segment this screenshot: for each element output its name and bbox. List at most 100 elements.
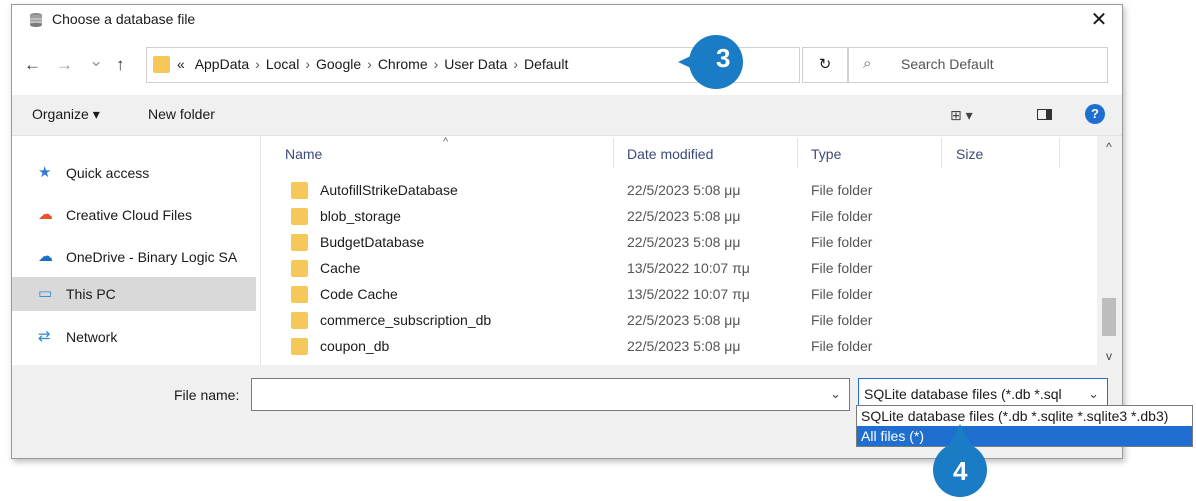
file-name-label: File name: <box>174 387 240 403</box>
folder-icon <box>291 260 308 277</box>
breadcrumb-default[interactable]: Default <box>524 56 568 72</box>
file-name: blob_storage <box>320 208 401 224</box>
breadcrumb-user-data[interactable]: User Data <box>444 56 507 72</box>
column-header-name[interactable]: Name <box>285 146 322 162</box>
search-icon: ⌕ <box>863 55 872 72</box>
search-placeholder: Search Default <box>901 56 994 72</box>
chevron-down-icon[interactable]: ⌄ <box>830 386 841 402</box>
file-name-input[interactable]: ⌄ <box>251 378 850 411</box>
file-type-option-sqlite[interactable]: SQLite database files (*.db *.sqlite *.s… <box>857 406 1192 426</box>
folder-icon <box>291 182 308 199</box>
step-4-label: 4 <box>953 456 968 486</box>
chevron-right-icon[interactable]: › <box>367 56 372 72</box>
file-dialog: Choose a database file ✕ ← → ⌄ ↑ « AppDa… <box>11 4 1123 459</box>
folder-icon <box>291 286 308 303</box>
onedrive-icon: ☁ <box>38 248 53 265</box>
breadcrumb-overflow[interactable]: « <box>177 56 185 72</box>
chevron-right-icon[interactable]: › <box>513 56 518 72</box>
file-type-dropdown-list: SQLite database files (*.db *.sqlite *.s… <box>856 405 1193 447</box>
column-divider[interactable] <box>613 138 614 168</box>
file-list: ^ Name Date modified Type Size AutofillS… <box>261 136 1097 365</box>
sort-ascending-icon: ^ <box>443 136 449 148</box>
network-icon: ⇄ <box>38 328 51 345</box>
breadcrumb-appdata[interactable]: AppData <box>195 56 249 72</box>
new-folder-button[interactable]: New folder <box>148 106 215 122</box>
file-date: 22/5/2023 5:08 μμ <box>627 234 741 250</box>
file-row[interactable]: coupon_db 22/5/2023 5:08 μμ File folder <box>261 334 1091 360</box>
file-type: File folder <box>811 234 873 250</box>
scrollbar-thumb[interactable] <box>1102 298 1116 336</box>
close-button[interactable]: ✕ <box>1084 7 1114 33</box>
file-type-selected: SQLite database files (*.db *.sql <box>864 386 1062 402</box>
organize-button[interactable]: Organize ▾ <box>32 106 100 123</box>
scroll-up-icon[interactable]: ^ <box>1098 140 1120 154</box>
folder-icon <box>153 56 170 73</box>
file-row[interactable]: AutofillStrikeDatabase 22/5/2023 5:08 μμ… <box>261 178 1091 204</box>
help-icon[interactable]: ? <box>1085 104 1105 124</box>
up-button[interactable]: ↑ <box>116 55 125 75</box>
breadcrumb-google[interactable]: Google <box>316 56 361 72</box>
sidebar-item-creative-cloud[interactable]: ☁ Creative Cloud Files <box>12 198 256 232</box>
file-name: coupon_db <box>320 338 390 354</box>
back-button[interactable]: ← <box>24 55 41 75</box>
column-divider[interactable] <box>797 138 798 168</box>
sidebar-item-quick-access[interactable]: ★ Quick access <box>12 156 256 190</box>
file-date: 22/5/2023 5:08 μμ <box>627 312 741 328</box>
search-input[interactable]: ⌕ Search Default <box>848 47 1108 83</box>
breadcrumb-local[interactable]: Local <box>266 56 299 72</box>
file-date: 13/5/2022 10:07 πμ <box>627 286 750 302</box>
column-divider[interactable] <box>1059 138 1060 168</box>
column-header-size[interactable]: Size <box>956 146 983 162</box>
file-name: Cache <box>320 260 361 276</box>
breadcrumb-chrome[interactable]: Chrome <box>378 56 428 72</box>
file-row[interactable]: Code Cache 13/5/2022 10:07 πμ File folde… <box>261 282 1091 308</box>
forward-button[interactable]: → <box>56 55 73 75</box>
view-options-icon[interactable]: ⊞ ▾ <box>950 107 973 124</box>
file-type: File folder <box>811 260 873 276</box>
file-date: 22/5/2023 5:08 μμ <box>627 338 741 354</box>
file-name: Code Cache <box>320 286 398 302</box>
file-row[interactable]: blob_storage 22/5/2023 5:08 μμ File fold… <box>261 204 1091 230</box>
file-row[interactable]: BudgetDatabase 22/5/2023 5:08 μμ File fo… <box>261 230 1091 256</box>
chevron-right-icon[interactable]: › <box>305 56 310 72</box>
file-name: commerce_subscription_db <box>320 312 492 328</box>
refresh-button[interactable]: ↻ <box>802 47 848 83</box>
sidebar-item-label: This PC <box>66 286 116 302</box>
sidebar-item-this-pc[interactable]: ▭ This PC <box>12 277 256 311</box>
folder-icon <box>291 312 308 329</box>
navigation-bar: ← → ⌄ ↑ « AppData › Local › Google › Chrome › Us… <box>12 35 1122 95</box>
preview-pane-icon[interactable] <box>1037 109 1052 120</box>
column-divider[interactable] <box>941 138 942 168</box>
window-title: Choose a database file <box>52 11 196 27</box>
recent-locations-button[interactable]: ⌄ <box>89 51 103 71</box>
computer-icon: ▭ <box>38 285 53 302</box>
file-type: File folder <box>811 338 873 354</box>
file-date: 22/5/2023 5:08 μμ <box>627 182 741 198</box>
file-type: File folder <box>811 208 873 224</box>
sidebar-item-label: Quick access <box>66 165 150 181</box>
file-type: File folder <box>811 182 873 198</box>
scroll-down-icon[interactable]: v <box>1098 349 1120 363</box>
sidebar-item-onedrive[interactable]: ☁ OneDrive - Binary Logic SA <box>12 240 256 274</box>
star-icon: ★ <box>38 164 52 181</box>
file-name: AutofillStrikeDatabase <box>320 182 458 198</box>
file-type: File folder <box>811 312 873 328</box>
column-header-date-modified[interactable]: Date modified <box>627 146 713 162</box>
breadcrumb: « AppData › Local › Google › Chrome › User Data ›… <box>177 56 568 72</box>
file-row[interactable]: commerce_subscription_db 22/5/2023 5:08 … <box>261 308 1091 334</box>
sidebar-item-label: Network <box>66 329 118 345</box>
sidebar-item-label: Creative Cloud Files <box>66 207 193 223</box>
sidebar-item-network[interactable]: ⇄ Network <box>12 320 256 354</box>
vertical-scrollbar[interactable]: ^ v <box>1098 136 1120 365</box>
chevron-down-icon: ⌄ <box>1088 386 1099 401</box>
column-header-type[interactable]: Type <box>811 146 841 162</box>
folder-icon <box>291 234 308 251</box>
folder-icon <box>291 338 308 355</box>
file-row[interactable]: Cache 13/5/2022 10:07 πμ File folder <box>261 256 1091 282</box>
chevron-right-icon[interactable]: › <box>255 56 260 72</box>
database-icon <box>30 13 42 27</box>
file-type-option-all-files[interactable]: All files (*) <box>857 426 1192 446</box>
chevron-right-icon[interactable]: › <box>434 56 439 72</box>
command-bar: Organize ▾ New folder ⊞ ▾ ? <box>12 95 1122 136</box>
file-name: BudgetDatabase <box>320 234 425 250</box>
